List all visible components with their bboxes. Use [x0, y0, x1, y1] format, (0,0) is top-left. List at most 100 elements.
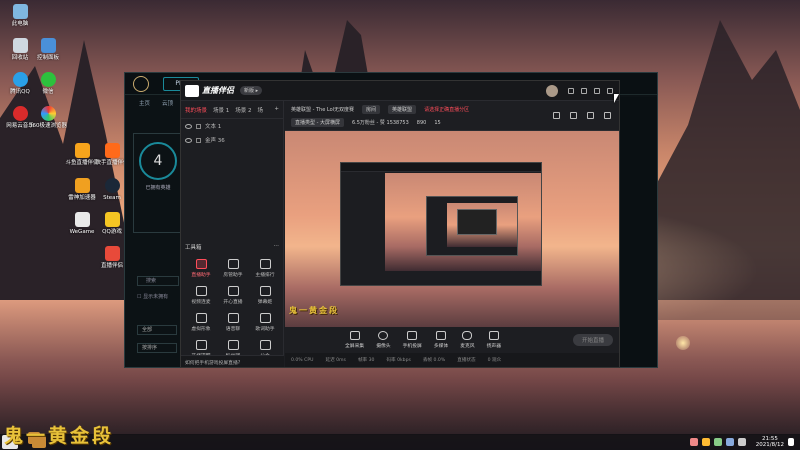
tray-icon[interactable] [689, 438, 698, 446]
add-scene-icon[interactable]: + [274, 106, 279, 114]
notification-icon[interactable] [788, 438, 794, 446]
zb-brand: 直播伴侣 [202, 86, 234, 95]
tray-icon[interactable] [713, 438, 722, 446]
minimize-icon[interactable] [581, 87, 587, 94]
phone-cast-button[interactable]: 手机投屏 [403, 331, 422, 349]
zb-sidebar: 我的场景 场景 1 场景 2 场 + 文本 1 金声 36 工具箱 ⋯ 直播助手… [181, 101, 284, 367]
status-item: 延迟 0ms [325, 358, 346, 363]
toolbox-title: 工具箱 [185, 245, 202, 251]
shop-icon[interactable] [570, 112, 577, 119]
nested-titlebar [341, 163, 541, 172]
zb-capture-toolbar: 全屏采集 摄像头 手机投屏 多媒体 麦克风 扬声器 开始直播 [285, 327, 619, 353]
lol-show-unowned-checkbox[interactable]: ☐ 显示未拥有 [137, 293, 168, 300]
tool-icon [227, 340, 239, 350]
tab-scene-3[interactable]: 场 [258, 106, 264, 114]
lantern [676, 336, 690, 350]
status-item: 直播状态 [457, 358, 476, 363]
zb-help-link[interactable]: 如何把手机游戏投屏直播? [181, 355, 284, 367]
tool-live-assistant[interactable]: 直播助手 [185, 259, 217, 278]
preview-watermark: 鬼一黄金段 [289, 305, 339, 315]
status-item: 帧率 30 [357, 358, 375, 363]
tray-icon[interactable] [725, 438, 734, 446]
room-title[interactable]: 英雄联盟 - The Lol无双度赛 [291, 106, 354, 113]
tool-icon [227, 286, 239, 296]
tool-avatar[interactable]: 虚拟形象 [185, 313, 217, 332]
room-badge[interactable]: 房间 [362, 105, 381, 114]
camera-icon [378, 331, 389, 340]
media-button[interactable]: 多媒体 [434, 331, 448, 349]
tool-happy-live[interactable]: 开心直播 [217, 286, 249, 305]
share-icon[interactable] [604, 112, 611, 119]
lol-sort-select[interactable]: 按排序 [137, 343, 177, 353]
desktop-icon-this-pc[interactable]: 此电脑 [0, 4, 40, 27]
lol-count-ring: 4 [139, 142, 177, 180]
tool-lyrics[interactable]: 歌词助手 [249, 313, 281, 332]
lol-tab-tft[interactable]: 云顶 [162, 99, 173, 107]
avatar[interactable] [546, 84, 558, 97]
status-item: 丢帧 0.0% [422, 358, 446, 363]
desktop-icon-wechat[interactable]: 微信 [28, 72, 68, 95]
desktop-icon-360-browser[interactable]: 360极速浏览器 [28, 106, 68, 129]
fullscreen-capture-button[interactable]: 全屏采集 [345, 331, 364, 349]
lol-filter-select[interactable]: 全部 [137, 325, 177, 335]
lock-icon[interactable] [196, 137, 201, 143]
eye-icon[interactable] [185, 123, 192, 129]
zb-version-badge[interactable]: 新版 ▸ [240, 86, 263, 95]
toolbox-header: 工具箱 ⋯ [185, 243, 279, 251]
close-icon[interactable] [607, 87, 613, 94]
category-select[interactable]: 英雄联盟 [388, 105, 417, 114]
lol-search-input[interactable]: 搜索 [137, 276, 179, 286]
zb-status-bar: 0.0% CPU 延迟 0ms 帧率 30 码率 0kbps 丢帧 0.0% 直… [285, 353, 619, 367]
more-icon[interactable]: ⋯ [274, 243, 280, 251]
tool-icon [195, 259, 207, 269]
tab-scene-1[interactable]: 场景 1 [213, 106, 229, 114]
recursive-capture-window-inner [426, 196, 518, 256]
tool-voice-chat[interactable]: 语音聊 [217, 313, 249, 332]
settings-icon[interactable] [568, 87, 574, 94]
nested-window-inner [457, 209, 497, 235]
start-live-button[interactable]: 开始直播 [573, 334, 613, 346]
toolbox-grid: 直播助手 房管助手 主播排行 视频连麦 开心直播 弹幕姬 虚拟形象 语音聊 歌词… [185, 259, 281, 359]
volume-icon[interactable] [737, 438, 746, 446]
stream-type-select[interactable]: 直播类型 - 大屏横屏 [291, 118, 344, 127]
tool-icon [259, 313, 271, 323]
tool-icon [259, 259, 271, 269]
tab-my-scene[interactable]: 我的场景 [185, 106, 207, 114]
zb-window-controls [568, 87, 613, 94]
tool-icon [259, 286, 271, 296]
lock-icon[interactable] [196, 123, 201, 129]
clock[interactable]: 21:55 2021/8/12 [756, 436, 784, 449]
eye-icon[interactable] [185, 137, 192, 143]
mouse-cursor [614, 94, 619, 103]
tool-icon [227, 313, 239, 323]
tool-icon [195, 313, 207, 323]
gift-icon[interactable] [553, 112, 560, 119]
viewer-count: 15 [434, 119, 441, 126]
bag-icon[interactable] [587, 112, 594, 119]
tool-video-link[interactable]: 视频连麦 [185, 286, 217, 305]
tab-scene-2[interactable]: 场景 2 [235, 106, 251, 114]
tool-icon [195, 340, 207, 350]
tray-icon[interactable] [701, 438, 710, 446]
source-item[interactable]: 文本 1 [181, 119, 283, 133]
source-label: 文本 1 [205, 124, 222, 130]
phone-icon [407, 331, 418, 340]
tool-room-admin[interactable]: 房管助手 [217, 259, 249, 278]
speaker-button[interactable]: 扬声器 [487, 331, 501, 349]
desktop-icon-control-panel[interactable]: 控制面板 [28, 38, 68, 61]
source-item[interactable]: 金声 36 [181, 133, 283, 147]
lol-tab-home[interactable]: 主页 [139, 99, 150, 107]
lol-logo-icon [133, 75, 149, 92]
status-item: 码率 0kbps [386, 358, 411, 363]
system-tray: 21:55 2021/8/12 [689, 436, 800, 449]
microphone-button[interactable]: 麦克风 [460, 331, 475, 349]
status-item: 0.0% CPU [291, 357, 314, 363]
tool-icon [195, 286, 207, 296]
zb-scene-tabs: 我的场景 场景 1 场景 2 场 + [181, 101, 283, 119]
camera-button[interactable]: 摄像头 [376, 331, 391, 349]
microphone-icon [462, 331, 473, 340]
tool-danmaku[interactable]: 弹幕姬 [249, 286, 281, 305]
likes-count: 890 [416, 119, 427, 126]
tool-ranking[interactable]: 主播排行 [249, 259, 281, 278]
maximize-icon[interactable] [594, 87, 600, 94]
